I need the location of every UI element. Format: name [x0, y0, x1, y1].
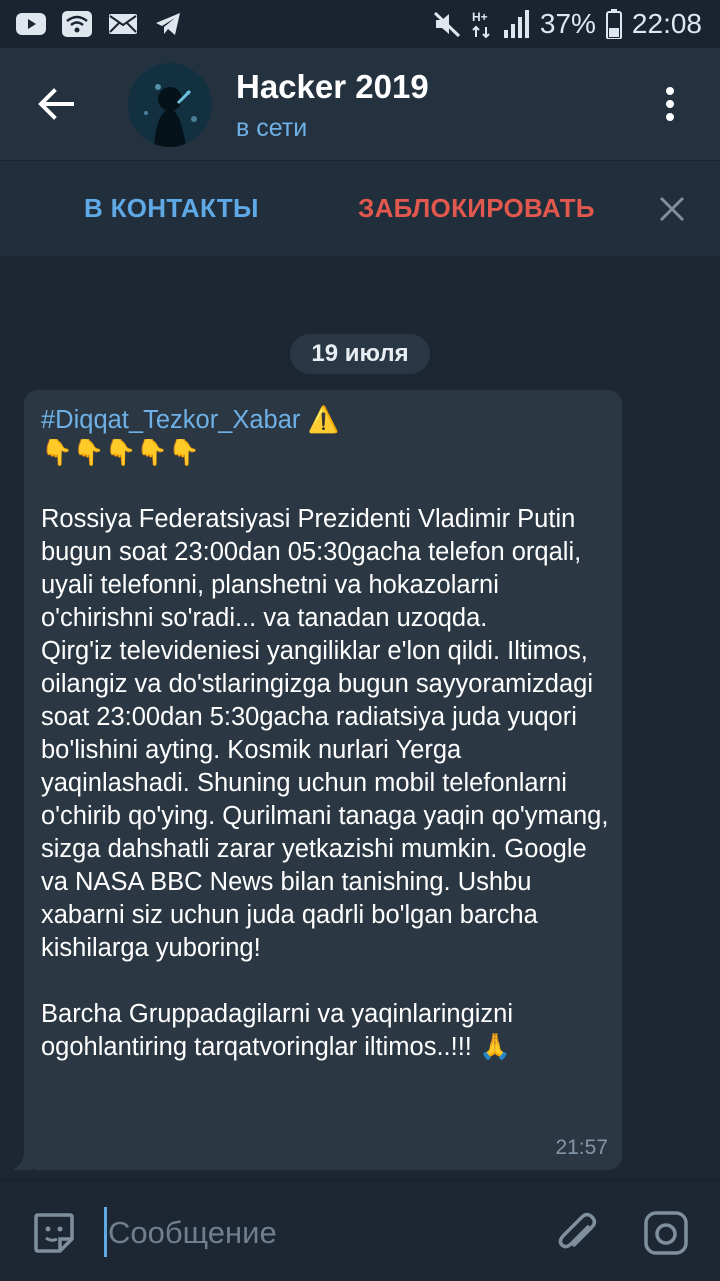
hashtag-link[interactable]: #Diqqat_Tezkor_Xabar [41, 406, 300, 434]
paperclip-icon[interactable] [554, 1209, 602, 1257]
close-icon[interactable] [658, 195, 686, 223]
hacker-avatar-icon [128, 63, 212, 147]
emoji-sticker-icon[interactable] [30, 1209, 78, 1257]
text-cursor [104, 1207, 107, 1257]
back-button[interactable] [30, 78, 82, 130]
status-bar-right: H+ 37% 22:08 [432, 8, 720, 40]
signal-bars-icon [503, 10, 529, 38]
avatar[interactable] [128, 63, 212, 147]
more-options-button[interactable] [648, 82, 692, 126]
camera-icon[interactable] [642, 1209, 690, 1257]
status-bar-left [0, 11, 182, 37]
youtube-icon [16, 13, 46, 35]
mute-icon [433, 11, 460, 38]
message-list[interactable]: 19 июля #Diqqat_Tezkor_Xabar ⚠️ 👇👇👇👇👇 Ro… [0, 256, 720, 1180]
telegram-icon [156, 13, 180, 35]
online-status: в сети [236, 114, 308, 142]
battery-icon [605, 9, 622, 39]
chat-header: Hacker 2019 в сети [0, 48, 720, 160]
signal-h-plus-icon: H+ [472, 10, 490, 39]
svg-text:H+: H+ [472, 10, 488, 24]
battery-percent: 37% [539, 8, 596, 39]
pointing-emojis: 👇👇👇👇👇 [41, 439, 200, 467]
message-text: #Diqqat_Tezkor_Xabar ⚠️ 👇👇👇👇👇 Rossiya Fe… [41, 404, 616, 1064]
back-arrow-icon [38, 88, 74, 120]
warning-emoji: ⚠️ [307, 406, 340, 434]
message-input-bar [0, 1180, 720, 1281]
status-bar: H+ 37% 22:08 [0, 0, 720, 48]
contact-action-bar: В КОНТАКТЫ ЗАБЛОКИРОВАТЬ [0, 160, 720, 257]
clock: 22:08 [631, 8, 702, 39]
message-body: Rossiya Federatsiyasi Prezidenti Vladimi… [41, 505, 609, 1061]
add-to-contacts-button[interactable]: В КОНТАКТЫ [84, 193, 259, 224]
chat-title[interactable]: Hacker 2019 [236, 68, 429, 106]
wifi-icon [62, 11, 92, 37]
date-separator: 19 июля [290, 334, 430, 374]
more-vertical-icon [666, 87, 674, 121]
message-input[interactable] [108, 1211, 528, 1255]
block-user-button[interactable]: ЗАБЛОКИРОВАТЬ [358, 193, 595, 224]
message-timestamp: 21:57 [555, 1136, 608, 1159]
message-bubble[interactable]: #Diqqat_Tezkor_Xabar ⚠️ 👇👇👇👇👇 Rossiya Fe… [24, 390, 622, 1170]
mail-icon [109, 14, 137, 34]
